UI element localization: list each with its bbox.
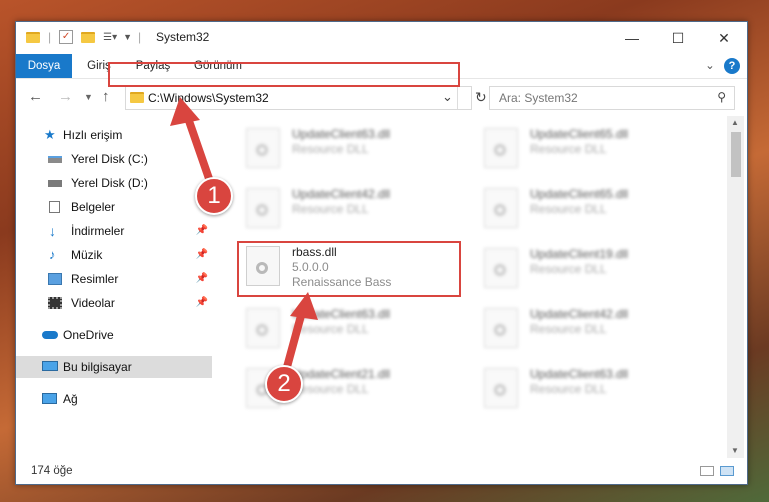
annotation-arrows [170,97,318,382]
arrow-1-head [170,97,200,126]
step-badge-1: 1 [195,177,233,215]
step-badge-2: 2 [265,365,303,403]
arrow-2-head [290,292,318,320]
